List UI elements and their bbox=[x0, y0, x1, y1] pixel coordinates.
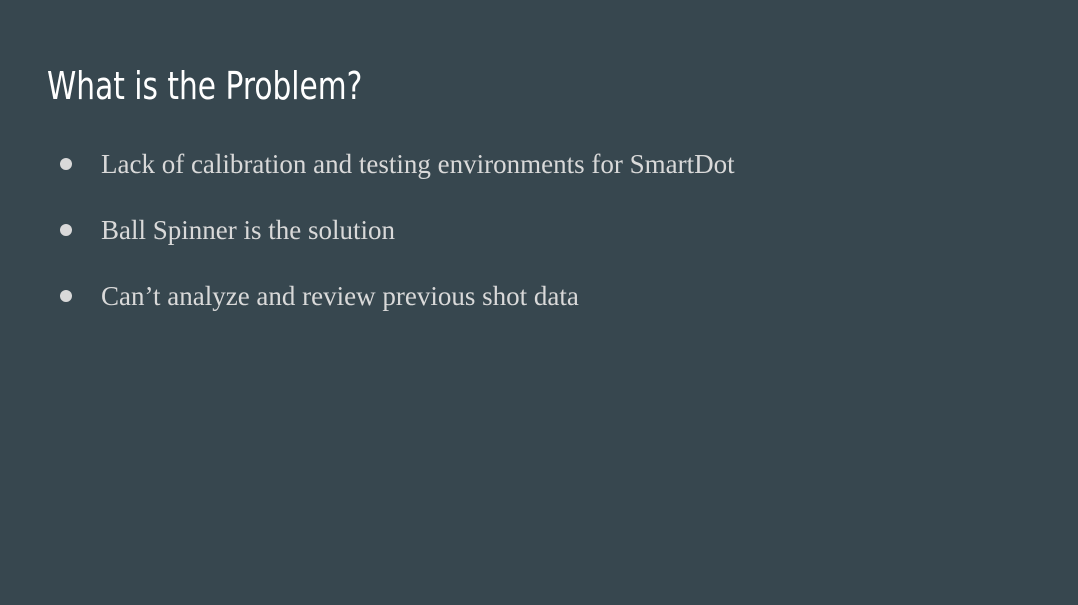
slide-title: What is the Problem? bbox=[47, 64, 363, 108]
bullet-text: Ball Spinner is the solution bbox=[101, 214, 395, 245]
bullet-text: Can’t analyze and review previous shot d… bbox=[101, 280, 579, 311]
bullet-item: Can’t analyze and review previous shot d… bbox=[58, 275, 735, 317]
bullet-item: Ball Spinner is the solution bbox=[58, 209, 735, 251]
bullet-dot-icon bbox=[60, 290, 72, 302]
bullet-dot-icon bbox=[60, 158, 72, 170]
bullet-list: Lack of calibration and testing environm… bbox=[58, 143, 735, 341]
slide: What is the Problem? Lack of calibration… bbox=[0, 0, 1078, 605]
bullet-text: Lack of calibration and testing environm… bbox=[101, 148, 735, 179]
bullet-item: Lack of calibration and testing environm… bbox=[58, 143, 735, 185]
bullet-dot-icon bbox=[60, 224, 72, 236]
